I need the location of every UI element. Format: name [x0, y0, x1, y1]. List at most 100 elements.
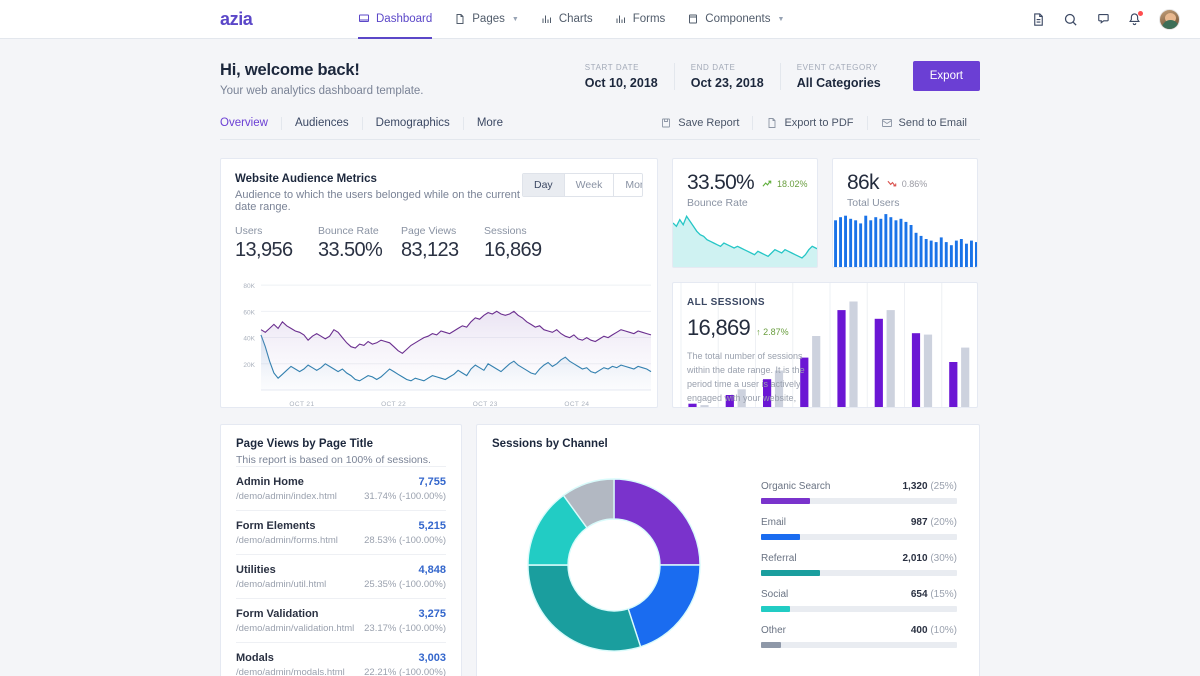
channel-pct: (30%) [930, 553, 957, 564]
tabs: Overview Audiences Demographics More [220, 116, 516, 130]
range-month[interactable]: Month [613, 174, 642, 196]
export-button[interactable]: Export [912, 61, 980, 91]
start-date-label: START DATE [584, 62, 640, 72]
nav-item-pages[interactable]: Pages ▼ [454, 0, 519, 39]
stat-cards: 33.50% 18.02% Bounce Rate 86k 0.86% Tota… [672, 158, 978, 268]
page-views-subtitle: This report is based on 100% of sessions… [236, 454, 431, 466]
range-day[interactable]: Day [522, 174, 564, 196]
page-pct: 31.74% (-100.00%) [364, 491, 446, 502]
nav-item-charts[interactable]: Charts [541, 0, 593, 39]
channels-legend: Organic Search 1,320 (25%) Email 987 (20… [739, 481, 967, 648]
page-header: Hi, welcome back! Your web analytics das… [220, 61, 980, 97]
end-date-value: Oct 23, 2018 [690, 75, 764, 90]
range-week[interactable]: Week [563, 174, 614, 196]
nav-item-dashboard[interactable]: Dashboard [358, 0, 433, 39]
trend-down-icon [887, 180, 897, 187]
channel-bar-fill [761, 498, 810, 504]
metrics-header: Website Audience Metrics Audience to whi… [221, 173, 657, 213]
chevron-down-icon: ▼ [511, 15, 519, 23]
legend-item: Email 987 (20%) [761, 517, 957, 540]
bounce-rate-head: 33.50% 18.02% Bounce Rate [673, 159, 817, 209]
website-audience-metrics-card: Website Audience Metrics Audience to whi… [220, 158, 658, 408]
page-url: /demo/admin/forms.html [236, 535, 338, 546]
page-value: 4,848 [418, 564, 446, 576]
bounce-rate-card: 33.50% 18.02% Bounce Rate [672, 158, 818, 268]
range-toggle: Day Week Month [521, 173, 643, 197]
page-name: Modals [236, 652, 274, 664]
nav-label: Charts [558, 13, 593, 25]
table-row[interactable]: Form Elements 5,215 /demo/admin/forms.htm… [236, 510, 446, 554]
kpi-value: 16,869 [484, 239, 542, 261]
page-url: /demo/admin/index.html [236, 491, 337, 502]
tab-demographics[interactable]: Demographics [361, 116, 463, 130]
page-url: /demo/admin/util.html [236, 579, 327, 590]
navbar-actions [1031, 8, 1180, 30]
legend-item: Other 400 (10%) [761, 625, 957, 648]
tab-overview[interactable]: Overview [220, 117, 281, 130]
page-subtitle: Your web analytics dashboard template. [220, 85, 424, 97]
page-value: 3,003 [418, 652, 446, 664]
channel-bar-fill [761, 642, 781, 648]
export-pdf-button[interactable]: Export to PDF [752, 116, 866, 130]
trend-up-icon [762, 180, 772, 187]
nav-label: Forms [632, 13, 666, 25]
legend-item: Organic Search 1,320 (25%) [761, 481, 957, 504]
svg-text:OCT 24: OCT 24 [564, 401, 589, 408]
bottom-grid: Page Views by Page Title This report is … [220, 424, 980, 676]
kpi-row: Users 13,956 Bounce Rate 33.50% Page Vie… [221, 213, 657, 262]
channel-value: 400 [910, 625, 928, 636]
nav-label: Components [705, 13, 771, 25]
channel-bar-fill [761, 570, 820, 576]
event-category-filter[interactable]: EVENT CATEGORY All Categories [779, 62, 897, 90]
tab-actions: Save Report Export to PDF Send to Email [647, 116, 980, 130]
end-date-filter[interactable]: END DATE Oct 23, 2018 [673, 62, 780, 90]
right-column: 33.50% 18.02% Bounce Rate 86k 0.86% Tota… [672, 158, 978, 408]
tab-more[interactable]: More [462, 116, 516, 130]
svg-text:60K: 60K [243, 309, 255, 316]
page-name: Form Validation [236, 608, 319, 620]
channel-pct: (10%) [930, 625, 957, 636]
kpi-label: Sessions [484, 225, 527, 237]
chat-icon[interactable] [1095, 12, 1110, 27]
document-icon[interactable] [1031, 12, 1046, 27]
table-row[interactable]: Utilities 4,848 /demo/admin/util.html 25.3… [236, 554, 446, 598]
table-row[interactable]: Form Validation 3,275 /demo/admin/validat… [236, 598, 446, 642]
page-value: 5,215 [418, 520, 446, 532]
svg-text:OCT 22: OCT 22 [381, 401, 406, 408]
table-row[interactable]: Admin Home 7,755 /demo/admin/index.html 31… [236, 466, 446, 510]
total-users-card: 86k 0.86% Total Users [832, 158, 978, 268]
header-meta: START DATE Oct 10, 2018 END DATE Oct 23,… [585, 61, 980, 91]
channel-bar-fill [761, 534, 801, 540]
event-category-label: EVENT CATEGORY [796, 62, 878, 72]
page-name: Admin Home [236, 476, 304, 488]
channel-name: Other [761, 625, 787, 636]
send-email-button[interactable]: Send to Email [866, 116, 980, 130]
chevron-down-icon: ▼ [777, 15, 785, 23]
nav-item-forms[interactable]: Forms [615, 0, 666, 39]
nav-item-components[interactable]: Components ▼ [687, 0, 784, 39]
table-row[interactable]: Modals 3,003 /demo/admin/modals.html 22.21… [236, 642, 446, 676]
avatar[interactable] [1159, 8, 1180, 30]
main-nav: Dashboard Pages ▼ Charts Forms Component… [358, 0, 784, 39]
bounce-rate-sparkline [673, 205, 817, 267]
page-url: /demo/admin/modals.html [236, 667, 345, 676]
save-report-button[interactable]: Save Report [647, 116, 752, 130]
page-name: Form Elements [236, 520, 316, 532]
channel-bar-track [761, 498, 957, 504]
kpi-bounce-rate: Bounce Rate 33.50% [318, 225, 401, 262]
start-date-filter[interactable]: START DATE Oct 10, 2018 [585, 63, 674, 90]
tab-audiences[interactable]: Audiences [280, 116, 362, 130]
legend-item: Referral 2,010 (30%) [761, 553, 957, 576]
svg-text:80K: 80K [243, 283, 255, 290]
channel-name: Organic Search [761, 481, 831, 492]
email-icon [881, 119, 892, 127]
all-sessions-value: 16,869 [687, 315, 751, 340]
search-icon[interactable] [1063, 12, 1078, 27]
nav-label: Dashboard [376, 13, 433, 25]
forms-icon [615, 13, 627, 25]
channel-name: Referral [761, 553, 797, 564]
kpi-page-views: Page Views 83,123 [401, 225, 484, 262]
bell-icon[interactable] [1127, 10, 1143, 27]
top-grid: Website Audience Metrics Audience to whi… [220, 158, 980, 408]
app-logo[interactable]: azia [220, 9, 310, 30]
